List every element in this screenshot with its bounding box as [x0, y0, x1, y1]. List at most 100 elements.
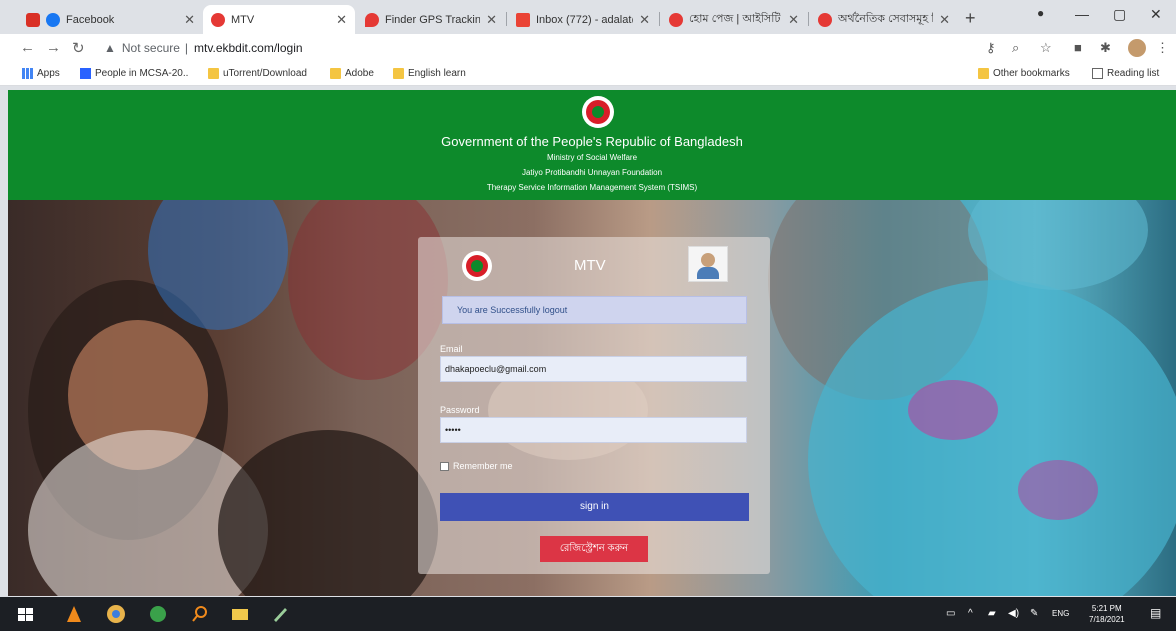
puzzle-icon[interactable]: ✱: [1100, 40, 1111, 56]
notifications-icon[interactable]: ▤: [1150, 606, 1161, 620]
tab-mtv[interactable]: MTV ✕: [203, 5, 355, 34]
bookmarks-bar: Apps People in MCSA-20.. uTorrent/Downlo…: [0, 62, 1176, 86]
bookmark-label: People in MCSA-20..: [95, 68, 189, 79]
email-field[interactable]: dhakapoeclu@gmail.com: [440, 356, 747, 382]
search-icon[interactable]: [190, 604, 210, 624]
login-card: MTV You are Successfully logout Email dh…: [418, 237, 770, 574]
reading-list-icon: [1092, 68, 1103, 79]
vlc-icon[interactable]: [64, 604, 84, 624]
portrait-image: [688, 246, 728, 282]
password-field[interactable]: •••••: [440, 417, 747, 443]
windows-start-icon[interactable]: [16, 604, 36, 624]
site-favicon-icon: [211, 12, 225, 27]
browser-tab-strip: Facebook ✕ MTV ✕ Finder GPS Tracking ✕ I…: [0, 0, 1176, 34]
people-icon: [80, 68, 91, 79]
bookmark-apps[interactable]: Apps: [22, 68, 60, 79]
bookmark-label: Other bookmarks: [993, 68, 1070, 79]
bookmark-label: uTorrent/Download: [223, 68, 307, 79]
address-separator: |: [184, 41, 189, 55]
forward-button[interactable]: →: [46, 39, 61, 56]
maximize-button[interactable]: ▢: [1113, 6, 1126, 23]
close-icon[interactable]: ✕: [639, 12, 650, 28]
folder-icon: [330, 68, 341, 79]
tab-gps[interactable]: Finder GPS Tracking ✕: [357, 5, 505, 34]
tab-label: MTV: [231, 13, 255, 26]
zoom-icon[interactable]: ⌕: [1012, 40, 1019, 56]
back-button[interactable]: ←: [20, 39, 35, 56]
folder-icon: [393, 68, 404, 79]
gmail-icon: [516, 12, 530, 27]
minimize-button[interactable]: —: [1075, 6, 1089, 22]
bookmark-label: English learn: [408, 68, 466, 79]
keyboard-icon[interactable]: ▭: [946, 608, 955, 619]
network-icon[interactable]: ▰: [988, 608, 996, 619]
facebook-icon: [46, 12, 60, 27]
remember-me[interactable]: Remember me: [440, 461, 513, 471]
warning-icon: ▲: [104, 41, 116, 55]
foundation-subtitle: Jatiyo Protibandhi Unnayan Foundation: [521, 168, 663, 177]
email-label: Email: [440, 344, 463, 354]
profile-avatar[interactable]: [1128, 39, 1146, 57]
chevron-up-icon[interactable]: ^: [968, 608, 973, 619]
tab-label: Finder GPS Tracking: [385, 13, 481, 26]
window-close-button[interactable]: ✕: [1150, 6, 1162, 23]
pen-workspace-icon[interactable]: ✎: [1030, 608, 1038, 619]
youtube-icon: [26, 12, 40, 27]
ministry-subtitle: Ministry of Social Welfare: [546, 153, 638, 162]
remember-me-checkbox[interactable]: [440, 461, 449, 471]
reload-button[interactable]: ↻: [72, 39, 85, 57]
tab-label: Inbox (772) - adalat@: [536, 13, 634, 26]
pen-icon[interactable]: [270, 604, 290, 624]
bookmark-utorrent[interactable]: uTorrent/Download: [208, 68, 307, 79]
close-icon[interactable]: ✕: [939, 12, 950, 28]
close-icon[interactable]: ✕: [788, 12, 799, 28]
close-icon[interactable]: ✕: [184, 12, 195, 28]
key-icon[interactable]: ⚷: [986, 40, 996, 56]
logout-success-alert: You are Successfully logout: [442, 296, 747, 324]
bookmark-reading-list[interactable]: Reading list: [1092, 68, 1159, 79]
menu-kebab-icon[interactable]: ⋮: [1156, 40, 1169, 56]
extension-icon[interactable]: ■: [1074, 40, 1082, 55]
folder-icon: [978, 68, 989, 79]
register-button[interactable]: রেজিস্ট্রেশন করুন: [540, 536, 648, 562]
star-icon[interactable]: ☆: [1040, 40, 1052, 56]
bookmark-label: Apps: [37, 68, 60, 79]
account-circle-icon[interactable]: ●: [1037, 6, 1044, 20]
bangladesh-emblem-logo: [462, 251, 492, 281]
clock-time: 5:21 PM: [1091, 604, 1122, 613]
tab-services[interactable]: অর্থনৈতিক সেবাসমূহ নিবন্ধন ✕: [810, 5, 958, 34]
apps-grid-icon: [22, 68, 33, 79]
tab-gmail[interactable]: Inbox (772) - adalat@ ✕: [508, 5, 658, 34]
url-text: mtv.ekbdit.com/login: [194, 41, 303, 55]
login-title: MTV: [574, 257, 606, 274]
tab-label: অর্থনৈতিক সেবাসমূহ নিবন্ধন: [838, 13, 933, 25]
close-icon[interactable]: ✕: [336, 12, 347, 28]
windows-taskbar: ▭ ^ ▰ ◀) ✎ ENG 5:21 PM 7/18/2021 ▤: [0, 597, 1176, 631]
bookmark-english[interactable]: English learn: [393, 68, 466, 79]
bookmark-other[interactable]: Other bookmarks: [978, 68, 1070, 79]
language-indicator[interactable]: ENG: [1052, 609, 1069, 618]
location-pin-icon: [365, 12, 379, 27]
tab-home-page[interactable]: হোম পেজ | আইসিটি ✕: [661, 5, 807, 34]
sign-in-button[interactable]: sign in: [440, 493, 749, 521]
system-clock[interactable]: 5:21 PM 7/18/2021: [1089, 603, 1125, 625]
clock-date: 7/18/2021: [1089, 615, 1125, 624]
file-explorer-icon[interactable]: [230, 604, 250, 624]
bookmark-people[interactable]: People in MCSA-20..: [80, 68, 188, 79]
system-subtitle: Therapy Service Information Management S…: [486, 183, 698, 192]
globe-icon[interactable]: [148, 604, 168, 624]
site-favicon-icon: [669, 12, 683, 27]
tab-facebook[interactable]: Facebook ✕: [18, 5, 203, 34]
close-icon[interactable]: ✕: [486, 12, 497, 28]
password-label: Password: [440, 405, 480, 415]
address-bar[interactable]: ▲ Not secure | mtv.ekbdit.com/login: [104, 38, 1054, 58]
bangladesh-emblem-logo: [582, 96, 614, 128]
tab-label: হোম পেজ | আইসিটি: [689, 13, 781, 25]
security-label: Not secure: [121, 41, 180, 55]
bookmark-label: Adobe: [345, 68, 374, 79]
volume-icon[interactable]: ◀): [1008, 608, 1019, 619]
chrome-icon[interactable]: [106, 604, 126, 624]
site-favicon-icon: [818, 12, 832, 27]
new-tab-button[interactable]: +: [965, 8, 976, 29]
bookmark-adobe[interactable]: Adobe: [330, 68, 374, 79]
